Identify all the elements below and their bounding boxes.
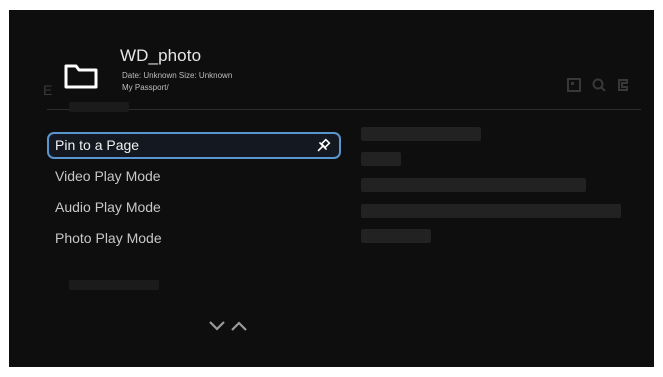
menu-item-label: Video Play Mode — [55, 168, 161, 184]
background-list-item — [361, 204, 621, 218]
menu-item-label: Photo Play Mode — [55, 230, 162, 246]
menu-item-label: Audio Play Mode — [55, 199, 161, 215]
background-letter: E — [43, 82, 53, 98]
background-path-item — [69, 102, 129, 112]
background-list-item — [361, 127, 481, 141]
menu-item-label: Pin to a Page — [55, 137, 140, 153]
context-menu: Pin to a Page Video Play Mode Audio Play… — [47, 132, 341, 256]
background-left-item — [69, 280, 159, 290]
folder-path: My Passport/ — [122, 83, 169, 92]
menu-item-audio-play-mode[interactable]: Audio Play Mode — [47, 194, 341, 221]
folder-meta: Date: Unknown Size: Unknown — [122, 71, 233, 80]
background-list-item — [361, 178, 586, 192]
menu-item-pin-to-page[interactable]: Pin to a Page — [47, 132, 341, 159]
settings-icon — [615, 77, 631, 93]
menu-item-photo-play-mode[interactable]: Photo Play Mode — [47, 225, 341, 252]
folder-icon — [63, 60, 99, 90]
background-list-item — [361, 152, 401, 166]
media-player-screen: E WD_photo Date: Unknown Size: Unknown M… — [9, 10, 654, 367]
pin-icon — [315, 138, 331, 154]
folder-title: WD_photo — [120, 46, 202, 65]
search-icon — [591, 77, 607, 93]
menu-item-video-play-mode[interactable]: Video Play Mode — [47, 163, 341, 190]
header-divider — [47, 109, 641, 110]
grid-icon — [566, 77, 582, 93]
background-list-item — [361, 229, 431, 243]
down-up-arrows-icon[interactable] — [207, 319, 251, 333]
